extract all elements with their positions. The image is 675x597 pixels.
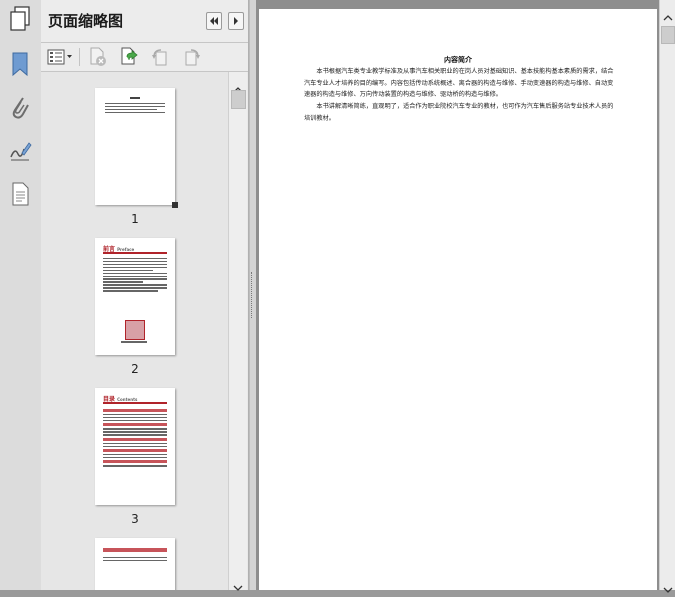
document-view: 内容简介 本书根据汽车类专业教学标准及从事汽车相关职业的在岗人员对基础知识、基本… xyxy=(256,0,659,590)
thumbnail-label-2: 2 xyxy=(131,362,139,376)
scrollbar-thumb[interactable] xyxy=(231,90,246,109)
thumbnail-page-2[interactable]: 前言 Preface xyxy=(95,238,175,355)
panel-title: 页面缩略图 xyxy=(48,12,124,30)
layers-icon[interactable] xyxy=(6,180,34,208)
scrollbar-thumb[interactable] xyxy=(661,26,675,44)
collapse-panel-button[interactable] xyxy=(206,12,222,30)
scroll-up-icon[interactable] xyxy=(663,6,673,25)
scroll-down-icon[interactable] xyxy=(233,576,243,595)
toolbar-divider xyxy=(79,48,80,66)
thumbnail-page-3[interactable]: 目录 Contents xyxy=(95,388,175,505)
rotate-right-icon xyxy=(185,49,200,66)
document-page: 内容简介 本书根据汽车类专业教学标准及从事汽车相关职业的在岗人员对基础知识、基本… xyxy=(259,9,657,590)
rotate-counterclockwise-button[interactable] xyxy=(149,47,171,67)
thumbnail-list: 1 前言 Preface 2 目录 Contents 3 xyxy=(41,72,228,590)
double-chevron-left-icon xyxy=(210,17,218,25)
document-paragraph-2: 本书讲解清晰简练，直观明了，适合作为职业院校汽车专业的教材，也可作为汽车售后服务… xyxy=(304,103,614,122)
rotate-clockwise-button[interactable] xyxy=(181,47,203,67)
scroll-down-icon[interactable] xyxy=(663,578,673,597)
document-title: 内容简介 xyxy=(444,56,472,64)
thumbnail-page-4[interactable] xyxy=(95,538,175,590)
thumbnail-label-1: 1 xyxy=(131,212,139,226)
insert-pages-button[interactable] xyxy=(119,47,141,67)
thumbnails-scrollbar[interactable] xyxy=(228,72,247,591)
splitter-grip[interactable] xyxy=(251,272,254,318)
bookmarks-icon[interactable] xyxy=(6,50,34,78)
options-menu-button[interactable] xyxy=(47,47,73,67)
attachments-icon[interactable] xyxy=(6,93,34,121)
expand-panel-button[interactable] xyxy=(228,12,244,30)
options-list-icon xyxy=(47,49,72,65)
page-thumbnails-panel: 页面缩略图 1 前言 Preface 2 目录 Contents 3 xyxy=(41,0,249,591)
navigation-pane-toolbar xyxy=(0,0,42,590)
thumbnails-toolbar xyxy=(41,43,248,72)
insert-page-icon xyxy=(121,47,138,65)
panel-header: 页面缩略图 xyxy=(41,0,248,43)
chevron-right-icon xyxy=(234,17,238,25)
thumbnail-label-3: 3 xyxy=(131,512,139,526)
signatures-icon[interactable] xyxy=(6,137,34,165)
document-scrollbar[interactable] xyxy=(659,0,675,593)
delete-pages-button[interactable] xyxy=(87,47,109,67)
document-paragraph-1: 本书根据汽车类专业教学标准及从事汽车相关职业的在岗人员对基础知识、基本技能构基本… xyxy=(304,68,614,98)
thumbnail-page-1[interactable] xyxy=(95,88,178,208)
delete-page-icon xyxy=(90,47,106,66)
page-thumbnails-icon[interactable] xyxy=(6,5,34,33)
page-view-box-handle[interactable] xyxy=(172,202,178,208)
qr-code-image xyxy=(125,320,145,340)
rotate-left-icon xyxy=(152,49,167,66)
